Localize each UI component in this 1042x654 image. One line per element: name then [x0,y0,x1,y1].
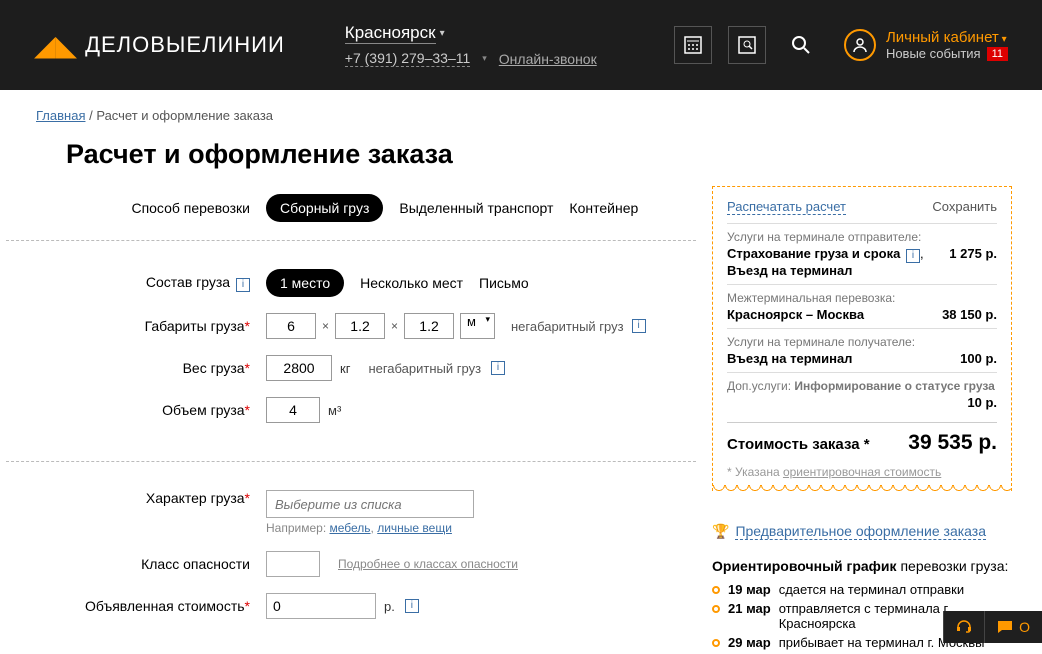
weight-label: Вес груза* [66,360,266,376]
receipt-section-head: Услуги на терминале получателе: [727,335,997,349]
receipt-line-price: 100 р. [960,351,997,366]
shipping-option-groupage[interactable]: Сборный груз [266,194,383,222]
chevron-down-icon: ▾ [440,28,445,39]
receipt-line-label: Въезд на терминал [727,351,852,366]
breadcrumb-home[interactable]: Главная [36,108,85,123]
nature-select[interactable] [266,490,474,518]
preorder-link[interactable]: Предварительное оформление заказа [735,523,986,540]
example-personal-link[interactable]: личные вещи [377,521,452,535]
city-name: Красноярск [345,23,436,44]
dimensions-label: Габариты груза* [66,318,266,334]
cargo-compose-label: Состав груза i [66,274,266,292]
headset-button[interactable] [943,611,984,643]
bullet-icon [712,586,720,594]
city-selector[interactable]: Красноярск ▾ [345,23,597,44]
phone-number[interactable]: +7 (391) 279–33–11 [345,50,470,67]
info-icon[interactable]: i [491,361,505,375]
receipt-panel: Распечатать расчет Сохранить Услуги на т… [712,186,1012,491]
compose-letter[interactable]: Письмо [479,275,529,291]
info-icon[interactable]: i [405,599,419,613]
events-link[interactable]: Новые события 11 [886,46,1008,61]
receipt-section-head: Доп.услуги: Информирование о статусе гру… [727,379,997,393]
breadcrumb-current: Расчет и оформление заказа [96,108,273,123]
receipt-line-label: Страхование груза и срока i, Въезд на те… [727,246,924,278]
nature-example: Например: мебель, личные вещи [266,521,474,535]
chevron-down-icon: ▾ [482,53,487,64]
events-label: Новые события [886,46,981,61]
oversize-text: негабаритный груз [368,361,481,376]
online-call-link[interactable]: Онлайн-звонок [499,51,597,67]
height-input[interactable] [404,313,454,339]
logo-icon: ◢◣ [34,29,77,62]
calculator-icon[interactable] [674,26,712,64]
page-title: Расчет и оформление заказа [0,131,1042,186]
user-icon[interactable] [844,29,876,61]
receipt-section-head: Межтерминальная перевозка: [727,291,997,305]
declared-value-input[interactable] [266,593,376,619]
receipt-footnote: * Указана ориентировочная стоимость [727,465,997,479]
info-icon[interactable]: i [906,249,920,263]
info-icon[interactable]: i [632,319,646,333]
receipt-line-price: 1 275 р. [949,246,997,261]
weight-unit: кг [340,361,350,376]
receipt-total-label: Стоимость заказа * [727,436,870,453]
bullet-icon [712,605,720,613]
print-link[interactable]: Распечатать расчет [727,199,846,215]
receipt-line-price: 38 150 р. [942,307,997,322]
nature-label: Характер груза* [66,490,266,506]
bullet-icon [712,639,720,647]
shipping-option-container[interactable]: Контейнер [569,200,638,216]
info-icon[interactable]: i [236,278,250,292]
volume-input[interactable] [266,397,320,423]
declared-unit: р. [384,599,395,614]
receipt-line-price: 10 р. [967,395,997,410]
receipt-section-head: Услуги на терминале отправителе: [727,230,997,244]
length-input[interactable] [266,313,316,339]
declared-value-label: Объявленная стоимость* [66,598,266,614]
danger-class-label: Класс опасности [66,556,266,572]
shipping-option-dedicated[interactable]: Выделенный транспорт [399,200,553,216]
compose-one-place[interactable]: 1 место [266,269,344,297]
events-badge: 11 [987,47,1008,61]
tracking-icon[interactable] [728,26,766,64]
oversize-text: негабаритный груз [511,319,624,334]
search-icon[interactable] [782,26,820,64]
breadcrumb: Главная / Расчет и оформление заказа [0,90,1042,131]
example-furniture-link[interactable]: мебель [329,521,370,535]
dim-unit-select[interactable]: м [460,313,495,339]
trophy-icon: 🏆 [712,523,729,539]
volume-label: Объем груза* [66,402,266,418]
logo[interactable]: ◢◣ ДЕЛОВЫЕЛИНИИ [34,29,285,62]
receipt-line-label: Красноярск – Москва [727,307,864,322]
shipping-method-label: Способ перевозки [66,200,266,216]
logo-text: ДЕЛОВЫЕЛИНИИ [85,32,285,58]
footnote-link[interactable]: ориентировочная стоимость [783,465,941,479]
danger-more-link[interactable]: Подробнее о классах опасности [338,557,518,571]
save-link[interactable]: Сохранить [932,199,997,215]
schedule-item: 19 мар сдается на терминал отправки [712,582,1012,597]
chat-button[interactable]: О [984,611,1042,643]
width-input[interactable] [335,313,385,339]
receipt-total-price: 39 535 р. [908,431,997,455]
cabinet-link[interactable]: Личный кабинет [886,29,1008,46]
volume-unit: м³ [328,403,341,418]
schedule-title: Ориентировочный график перевозки груза: [712,558,1012,574]
weight-input[interactable] [266,355,332,381]
danger-class-input[interactable] [266,551,320,577]
compose-multi-place[interactable]: Несколько мест [360,275,463,291]
